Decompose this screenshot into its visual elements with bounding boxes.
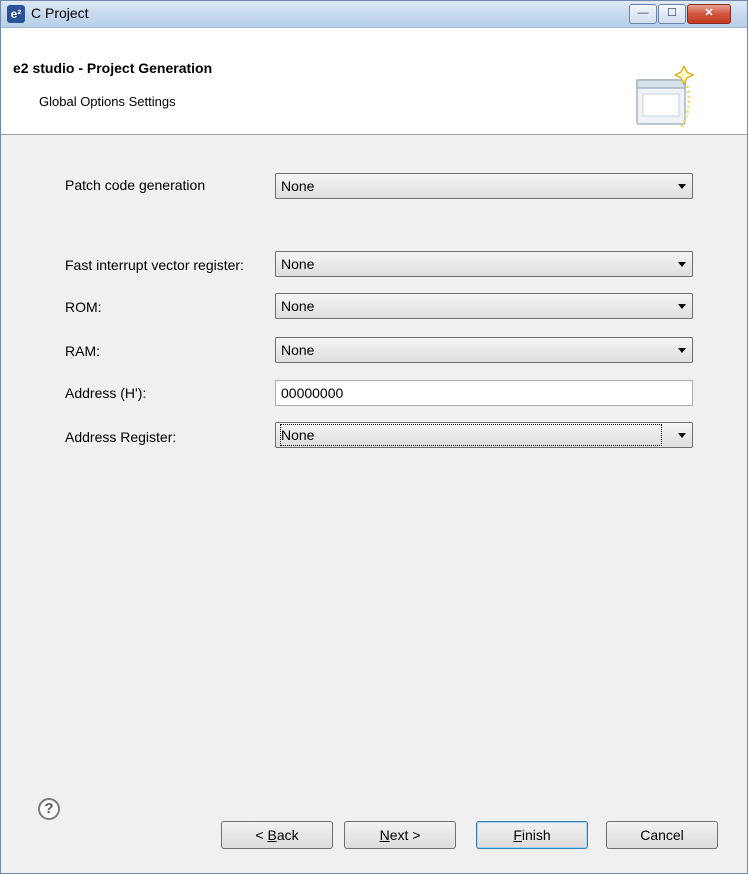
page-subtitle: Global Options Settings <box>39 94 176 109</box>
wizard-header: e2 studio - Project Generation Global Op… <box>1 28 747 135</box>
ram-label: RAM: <box>65 343 100 359</box>
fast-interrupt-dropdown[interactable]: None <box>275 251 693 277</box>
back-button-prefix: < <box>255 827 268 843</box>
chevron-down-icon <box>678 184 686 189</box>
next-button-mnemonic: N <box>379 827 390 843</box>
patch-code-value: None <box>281 178 315 194</box>
rom-dropdown[interactable]: None <box>275 293 693 319</box>
back-button-mnemonic: B <box>267 827 277 843</box>
chevron-down-icon <box>678 433 686 438</box>
address-register-value: None <box>280 424 662 446</box>
cancel-button[interactable]: Cancel <box>606 821 718 849</box>
e2-studio-app-icon: e² <box>7 5 25 23</box>
patch-code-label: Patch code generation <box>65 177 206 193</box>
ram-dropdown[interactable]: None <box>275 337 693 363</box>
back-button[interactable]: < Back <box>221 821 333 849</box>
address-register-dropdown[interactable]: None <box>275 422 693 448</box>
address-input[interactable]: 00000000 <box>275 380 693 406</box>
page-title: e2 studio - Project Generation <box>13 60 213 76</box>
finish-button-mnemonic: F <box>513 827 522 843</box>
close-button[interactable]: ✕ <box>687 4 731 24</box>
patch-code-dropdown[interactable]: None <box>275 173 693 199</box>
dialog-window: e² C Project — ☐ ✕ e2 studio - Project G… <box>0 0 748 874</box>
fast-interrupt-label: Fast interrupt vector register: <box>65 257 244 273</box>
rom-label: ROM: <box>65 299 102 315</box>
next-button-rest: ext > <box>389 827 421 843</box>
wizard-sparkle-icon <box>636 66 695 129</box>
window-title: C Project <box>31 5 89 21</box>
back-button-rest: ack <box>276 827 299 843</box>
minimize-button[interactable]: — <box>629 4 657 24</box>
ram-value: None <box>281 342 315 358</box>
help-icon[interactable]: ? <box>38 798 60 820</box>
maximize-button[interactable]: ☐ <box>658 4 686 24</box>
address-label: Address (H'): <box>65 385 147 401</box>
address-register-label: Address Register: <box>65 429 177 445</box>
finish-button[interactable]: Finish <box>476 821 588 849</box>
fast-interrupt-value: None <box>281 256 315 272</box>
rom-value: None <box>281 298 315 314</box>
chevron-down-icon <box>678 348 686 353</box>
next-button[interactable]: Next > <box>344 821 456 849</box>
title-bar[interactable]: e² C Project — ☐ ✕ <box>1 1 747 28</box>
chevron-down-icon <box>678 262 686 267</box>
chevron-down-icon <box>678 304 686 309</box>
finish-button-rest: inish <box>521 827 551 843</box>
